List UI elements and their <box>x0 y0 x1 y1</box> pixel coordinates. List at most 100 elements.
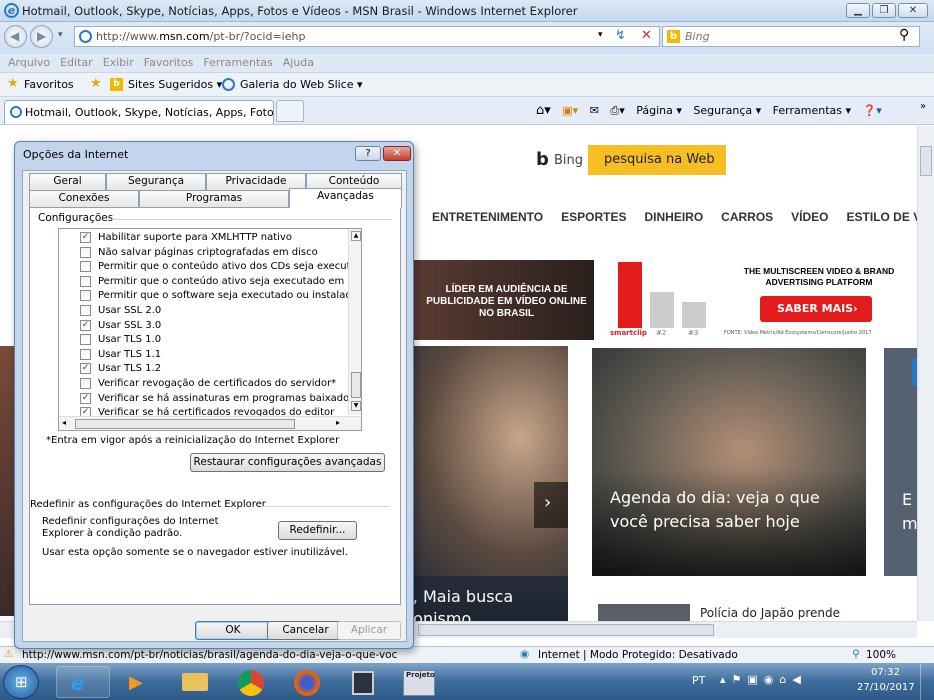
start-button[interactable]: ⊞ <box>3 665 39 699</box>
language-indicator[interactable]: PT <box>692 674 705 687</box>
show-desktop-button[interactable] <box>920 663 934 700</box>
clock-time[interactable]: 07:32 <box>871 667 900 678</box>
status-zone[interactable]: Internet | Modo Protegido: Desativado <box>538 649 738 661</box>
settings-option[interactable]: Permitir que o software seja executado o… <box>59 289 361 304</box>
dialog-close-button[interactable]: ✕ <box>383 146 411 161</box>
tab-msn[interactable]: Hotmail, Outlook, Skype, Notícias, Apps,… <box>4 100 274 124</box>
tab-seguranca[interactable]: Segurança <box>106 173 206 190</box>
help-icon[interactable]: ❓▾ <box>863 104 882 117</box>
ad-cta-button[interactable]: SABER MAIS› <box>760 296 872 322</box>
scroll-down-icon[interactable]: ▼ <box>351 401 361 411</box>
vscroll-thumb[interactable] <box>920 146 932 176</box>
scroll-right-icon[interactable]: ▸ <box>336 418 340 427</box>
checkbox-unchecked[interactable] <box>80 246 91 258</box>
settings-option[interactable]: ✓ Verificar se há assinaturas em programa… <box>59 392 354 407</box>
settings-option[interactable]: Usar TLS 1.1 <box>59 348 349 363</box>
checkbox-unchecked[interactable] <box>80 290 91 302</box>
cancel-button[interactable]: Cancelar <box>267 621 344 640</box>
menu-favoritos[interactable]: Favoritos <box>144 54 194 72</box>
story-card-1[interactable]: › a, Maia busca gonismo <box>407 346 568 628</box>
overflow-chevron-icon[interactable]: » <box>920 101 926 112</box>
favorites-star-icon[interactable]: ★ <box>7 76 19 91</box>
taskbar-projeto[interactable]: Projeto <box>392 666 446 698</box>
story-card-2[interactable]: Agenda do dia: veja o que você precisa s… <box>592 348 866 576</box>
checkbox-checked[interactable]: ✓ <box>80 319 91 331</box>
list-vscrollbar[interactable]: ▲ ▼ <box>348 229 361 415</box>
page-menu[interactable]: Página ▾ <box>636 104 682 117</box>
checkbox-unchecked[interactable] <box>80 348 91 360</box>
reset-button[interactable]: Redefinir... <box>278 521 357 540</box>
dialog-help-button[interactable]: ? <box>355 146 381 161</box>
back-button[interactable]: ◀ <box>4 25 27 48</box>
web-search-button[interactable]: pesquisa na Web <box>588 145 726 175</box>
home-icon[interactable]: ⌂▾ <box>536 103 551 118</box>
hscroll-thumb[interactable] <box>418 624 714 636</box>
web-slice-gallery-link[interactable]: Galeria do Web Slice ▾ <box>240 78 363 91</box>
favorites-button[interactable]: Favoritos <box>24 78 74 91</box>
settings-option[interactable]: Permitir que o conteúdo ativo seja execu… <box>59 275 361 290</box>
mail-icon[interactable]: ✉ <box>590 104 599 117</box>
settings-option[interactable]: Verificar revogação de certificados do s… <box>59 377 349 392</box>
ok-button[interactable]: OK <box>195 621 271 640</box>
taskbar-ie[interactable]: e <box>56 666 110 698</box>
new-tab-button[interactable] <box>276 100 304 122</box>
settings-option[interactable]: ✓ Usar SSL 3.0 <box>59 319 349 334</box>
nav-video[interactable]: VÍDEO <box>791 210 828 224</box>
checkbox-unchecked[interactable] <box>80 334 91 346</box>
feeds-icon[interactable]: ▣▾ <box>562 104 578 117</box>
stop-icon[interactable]: ✕ <box>641 28 652 43</box>
suggested-sites-link[interactable]: Sites Sugeridos ▾ <box>128 78 222 91</box>
settings-option[interactable]: Usar TLS 1.0 <box>59 333 349 348</box>
menu-ferramentas[interactable]: Ferramentas <box>203 54 272 72</box>
clock-date[interactable]: 27/10/2017 <box>857 682 915 693</box>
nav-carros[interactable]: CARROS <box>721 210 773 224</box>
address-dropdown-icon[interactable]: ▾ <box>598 30 603 40</box>
settings-option[interactable]: Usar SSL 2.0 <box>59 304 349 319</box>
checkbox-checked[interactable]: ✓ <box>80 363 91 375</box>
nav-dinheiro[interactable]: DINHEIRO <box>644 210 703 224</box>
menu-ajuda[interactable]: Ajuda <box>283 54 314 72</box>
safety-menu[interactable]: Segurança ▾ <box>693 104 761 117</box>
list-hscrollbar[interactable]: ◂ ▸ <box>59 416 361 430</box>
list-vscroll-thumb[interactable] <box>351 372 361 398</box>
tab-programas[interactable]: Programas <box>139 190 289 207</box>
tab-avancadas[interactable]: Avançadas <box>289 188 402 208</box>
nav-entretenimento[interactable]: ENTRETENIMENTO <box>432 210 543 224</box>
menu-exibir[interactable]: Exibir <box>103 54 134 72</box>
settings-list[interactable]: ✓ Habilitar suporte para XMLHTTP nativo Nã… <box>58 228 362 431</box>
address-bar[interactable]: http://www.msn.com/pt-br/?ocid=iehp ▾ ↯ … <box>74 26 660 47</box>
menu-arquivo[interactable]: Arquivo <box>8 54 50 72</box>
checkbox-unchecked[interactable] <box>80 378 91 389</box>
minimize-button[interactable]: ▁ <box>846 3 870 18</box>
ad-banner[interactable]: LÍDER EM AUDIÊNCIA DE PUBLICIDADE EM VÍD… <box>414 260 914 340</box>
settings-option[interactable]: Não salvar páginas criptografadas em dis… <box>59 246 349 261</box>
settings-option[interactable]: Permitir que o conteúdo ativo dos CDs se… <box>59 260 361 275</box>
menu-editar[interactable]: Editar <box>60 54 93 72</box>
search-icon[interactable]: ⚲ <box>899 27 909 43</box>
forward-button[interactable]: ▶ <box>30 25 53 48</box>
settings-option[interactable]: ✓ Usar TLS 1.2 <box>59 362 349 377</box>
history-dropdown-icon[interactable]: ▾ <box>58 30 63 40</box>
page-vertical-scrollbar[interactable] <box>917 126 934 621</box>
nav-esportes[interactable]: ESPORTES <box>561 210 626 224</box>
close-window-button[interactable]: ✕ <box>898 3 928 18</box>
tab-geral[interactable]: Geral <box>29 173 106 190</box>
tray-icons[interactable]: ▴⚑▣◉⌂◀ <box>720 673 807 686</box>
restore-advanced-button[interactable]: Restaurar configurações avançadas <box>190 453 385 472</box>
scroll-left-icon[interactable]: ◂ <box>62 418 66 427</box>
taskbar-media-player[interactable]: ▶ <box>112 666 166 698</box>
scroll-up-icon[interactable]: ▲ <box>351 231 361 241</box>
add-favorite-icon[interactable]: ★ <box>90 76 102 91</box>
carousel-next-button[interactable]: › <box>534 482 568 528</box>
checkbox-unchecked[interactable] <box>80 261 91 273</box>
list-hscroll-thumb[interactable] <box>75 419 295 429</box>
taskbar-firefox[interactable] <box>280 666 334 698</box>
compat-view-icon[interactable]: ↯ <box>615 28 626 43</box>
taskbar-calculator[interactable] <box>336 666 390 698</box>
search-box[interactable]: b Bing ⚲ <box>662 26 920 47</box>
checkbox-unchecked[interactable] <box>80 275 91 287</box>
checkbox-unchecked[interactable] <box>80 305 91 316</box>
checkbox-checked[interactable]: ✓ <box>80 392 91 404</box>
zoom-level[interactable]: 100% <box>866 649 896 661</box>
taskbar-chrome[interactable] <box>224 666 278 698</box>
